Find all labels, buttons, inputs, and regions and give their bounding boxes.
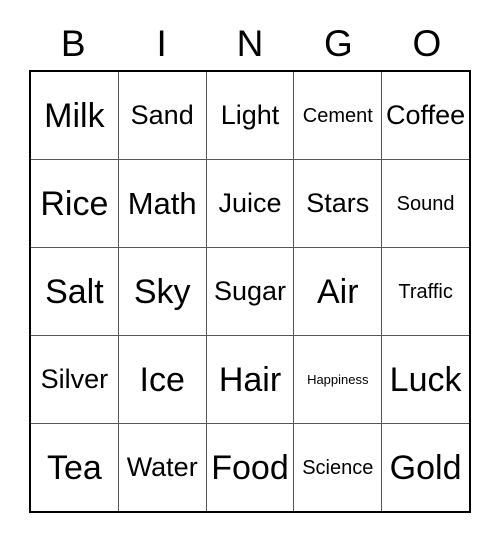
bingo-cell[interactable]: Gold <box>382 424 469 511</box>
bingo-cell-label: Sound <box>396 192 455 215</box>
bingo-cell[interactable]: Ice <box>118 336 207 423</box>
bingo-row: Tea Water Food Science Gold <box>31 424 469 511</box>
header-letter-n: N <box>236 22 264 64</box>
bingo-cell[interactable]: Traffic <box>382 248 469 335</box>
bingo-cell-label: Light <box>220 100 280 130</box>
bingo-cell-label: Juice <box>218 188 282 218</box>
bingo-cell[interactable]: Sugar <box>206 248 295 335</box>
bingo-cell[interactable]: Milk <box>31 72 119 159</box>
bingo-cell-label: Sky <box>133 272 191 311</box>
bingo-cell[interactable]: Rice <box>31 160 119 247</box>
bingo-cell-label: Salt <box>45 272 104 311</box>
bingo-cell[interactable]: Coffee <box>382 72 469 159</box>
bingo-cell[interactable]: Stars <box>294 160 383 247</box>
bingo-cell-label: Silver <box>40 364 109 394</box>
bingo-cell-label: Traffic <box>398 280 453 303</box>
bingo-cell-label: Coffee <box>386 100 466 130</box>
bingo-cell[interactable]: Light <box>206 72 295 159</box>
bingo-cell-label: Science <box>302 456 374 479</box>
bingo-cell-label: Stars <box>306 188 370 218</box>
bingo-grid: Milk Sand Light Cement Coffee Rice Math … <box>29 70 471 513</box>
bingo-cell[interactable]: Luck <box>382 336 469 423</box>
bingo-row: Milk Sand Light Cement Coffee <box>31 72 469 160</box>
bingo-header-row: B I N G O <box>29 18 471 68</box>
bingo-cell[interactable]: Sound <box>382 160 469 247</box>
header-letter-g: G <box>324 22 353 64</box>
bingo-cell[interactable]: Science <box>294 424 383 511</box>
bingo-card: B I N G O Milk Sand Light Cement Coffee … <box>0 0 500 544</box>
bingo-cell[interactable]: Hair <box>206 336 295 423</box>
bingo-cell[interactable]: Sky <box>118 248 207 335</box>
bingo-cell-label: Sugar <box>213 276 287 306</box>
bingo-cell[interactable]: Math <box>118 160 207 247</box>
bingo-row: Silver Ice Hair Happiness Luck <box>31 336 469 424</box>
bingo-cell[interactable]: Silver <box>31 336 119 423</box>
bingo-cell-label: Air <box>317 272 359 311</box>
bingo-row: Salt Sky Sugar Air Traffic <box>31 248 469 336</box>
bingo-cell[interactable]: Water <box>118 424 207 511</box>
header-letter-b: B <box>60 22 86 64</box>
bingo-cell[interactable]: Salt <box>31 248 119 335</box>
bingo-cell-label: Math <box>127 186 197 221</box>
bingo-cell[interactable]: Tea <box>31 424 119 511</box>
bingo-cell-label: Milk <box>44 96 105 135</box>
bingo-cell[interactable]: Sand <box>118 72 207 159</box>
bingo-cell-label: Tea <box>46 448 102 487</box>
bingo-cell-label: Cement <box>302 104 373 127</box>
header-letter-i: I <box>156 22 167 64</box>
bingo-row: Rice Math Juice Stars Sound <box>31 160 469 248</box>
bingo-cell-label: Gold <box>389 448 462 487</box>
bingo-cell-label: Sand <box>130 100 194 130</box>
bingo-cell-label: Happiness <box>307 372 369 387</box>
header-letter-o: O <box>412 22 442 64</box>
bingo-cell[interactable]: Juice <box>206 160 295 247</box>
bingo-cell[interactable]: Food <box>206 424 295 511</box>
bingo-cell[interactable]: Cement <box>294 72 383 159</box>
bingo-cell-label: Luck <box>389 360 462 399</box>
bingo-cell-label: Ice <box>139 360 185 399</box>
bingo-cell-label: Food <box>211 448 289 487</box>
bingo-cell[interactable]: Happiness <box>294 336 383 423</box>
bingo-cell-label: Rice <box>40 184 109 223</box>
bingo-cell-label: Hair <box>218 360 282 399</box>
bingo-cell-label: Water <box>126 452 198 482</box>
bingo-cell[interactable]: Air <box>294 248 383 335</box>
